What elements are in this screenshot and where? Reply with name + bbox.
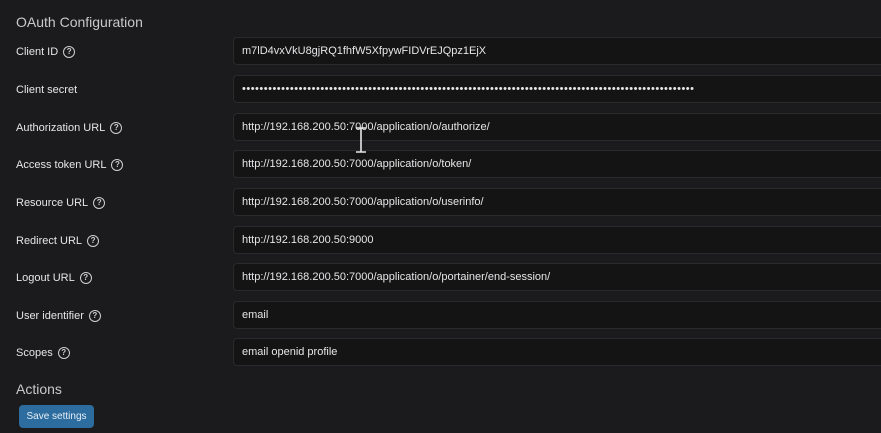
access-token-url-label: Access token URL ? (16, 150, 124, 180)
text-cursor-icon (356, 127, 366, 153)
resource-url-row: Resource URL ? (0, 188, 881, 218)
redirect-url-row: Redirect URL ? (0, 226, 881, 256)
user-identifier-input[interactable] (233, 301, 881, 329)
authorization-url-label-text: Authorization URL (16, 122, 106, 134)
access-token-url-input[interactable] (233, 150, 881, 178)
save-settings-button[interactable]: Save settings (19, 405, 94, 428)
help-icon[interactable]: ? (57, 347, 70, 359)
client-secret-row: Client secret (0, 75, 881, 105)
logout-url-input[interactable] (233, 263, 881, 291)
logout-url-label-text: Logout URL (16, 272, 75, 284)
scopes-row: Scopes ? (0, 338, 881, 368)
help-icon[interactable]: ? (79, 272, 92, 284)
scopes-label-text: Scopes (16, 347, 53, 359)
client-secret-label-text: Client secret (16, 84, 78, 96)
help-icon[interactable]: ? (110, 122, 123, 134)
resource-url-label: Resource URL ? (16, 188, 106, 218)
help-icon[interactable]: ? (87, 235, 100, 247)
logout-url-row: Logout URL ? (0, 263, 881, 293)
client-id-label: Client ID ? (16, 37, 76, 67)
scopes-input[interactable] (233, 338, 881, 366)
logout-url-label: Logout URL ? (16, 263, 92, 293)
resource-url-label-text: Resource URL (16, 197, 89, 209)
help-icon[interactable]: ? (63, 46, 76, 58)
help-icon[interactable]: ? (88, 310, 101, 322)
authorization-url-row: Authorization URL ? (0, 113, 881, 143)
user-identifier-label: User identifier ? (16, 301, 101, 331)
redirect-url-label-text: Redirect URL (16, 235, 83, 247)
oauth-configuration-title: OAuth Configuration (16, 14, 143, 30)
help-icon[interactable]: ? (93, 197, 106, 209)
client-id-label-text: Client ID (16, 46, 59, 58)
access-token-url-row: Access token URL ? (0, 150, 881, 180)
client-id-row: Client ID ? (0, 37, 881, 67)
authorization-url-input[interactable] (233, 113, 881, 141)
client-id-input[interactable] (233, 37, 881, 65)
redirect-url-label: Redirect URL ? (16, 226, 100, 256)
oauth-settings-panel: OAuth Configuration Client ID ? Client s… (0, 0, 881, 433)
help-icon[interactable]: ? (111, 159, 124, 171)
client-secret-input[interactable] (233, 75, 881, 103)
user-identifier-label-text: User identifier (16, 310, 84, 322)
redirect-url-input[interactable] (233, 226, 881, 254)
authorization-url-label: Authorization URL ? (16, 113, 123, 143)
resource-url-input[interactable] (233, 188, 881, 216)
client-secret-label: Client secret (16, 75, 77, 105)
user-identifier-row: User identifier ? (0, 301, 881, 331)
actions-title: Actions (16, 381, 62, 397)
access-token-url-label-text: Access token URL (16, 159, 107, 171)
scopes-label: Scopes ? (16, 338, 70, 368)
